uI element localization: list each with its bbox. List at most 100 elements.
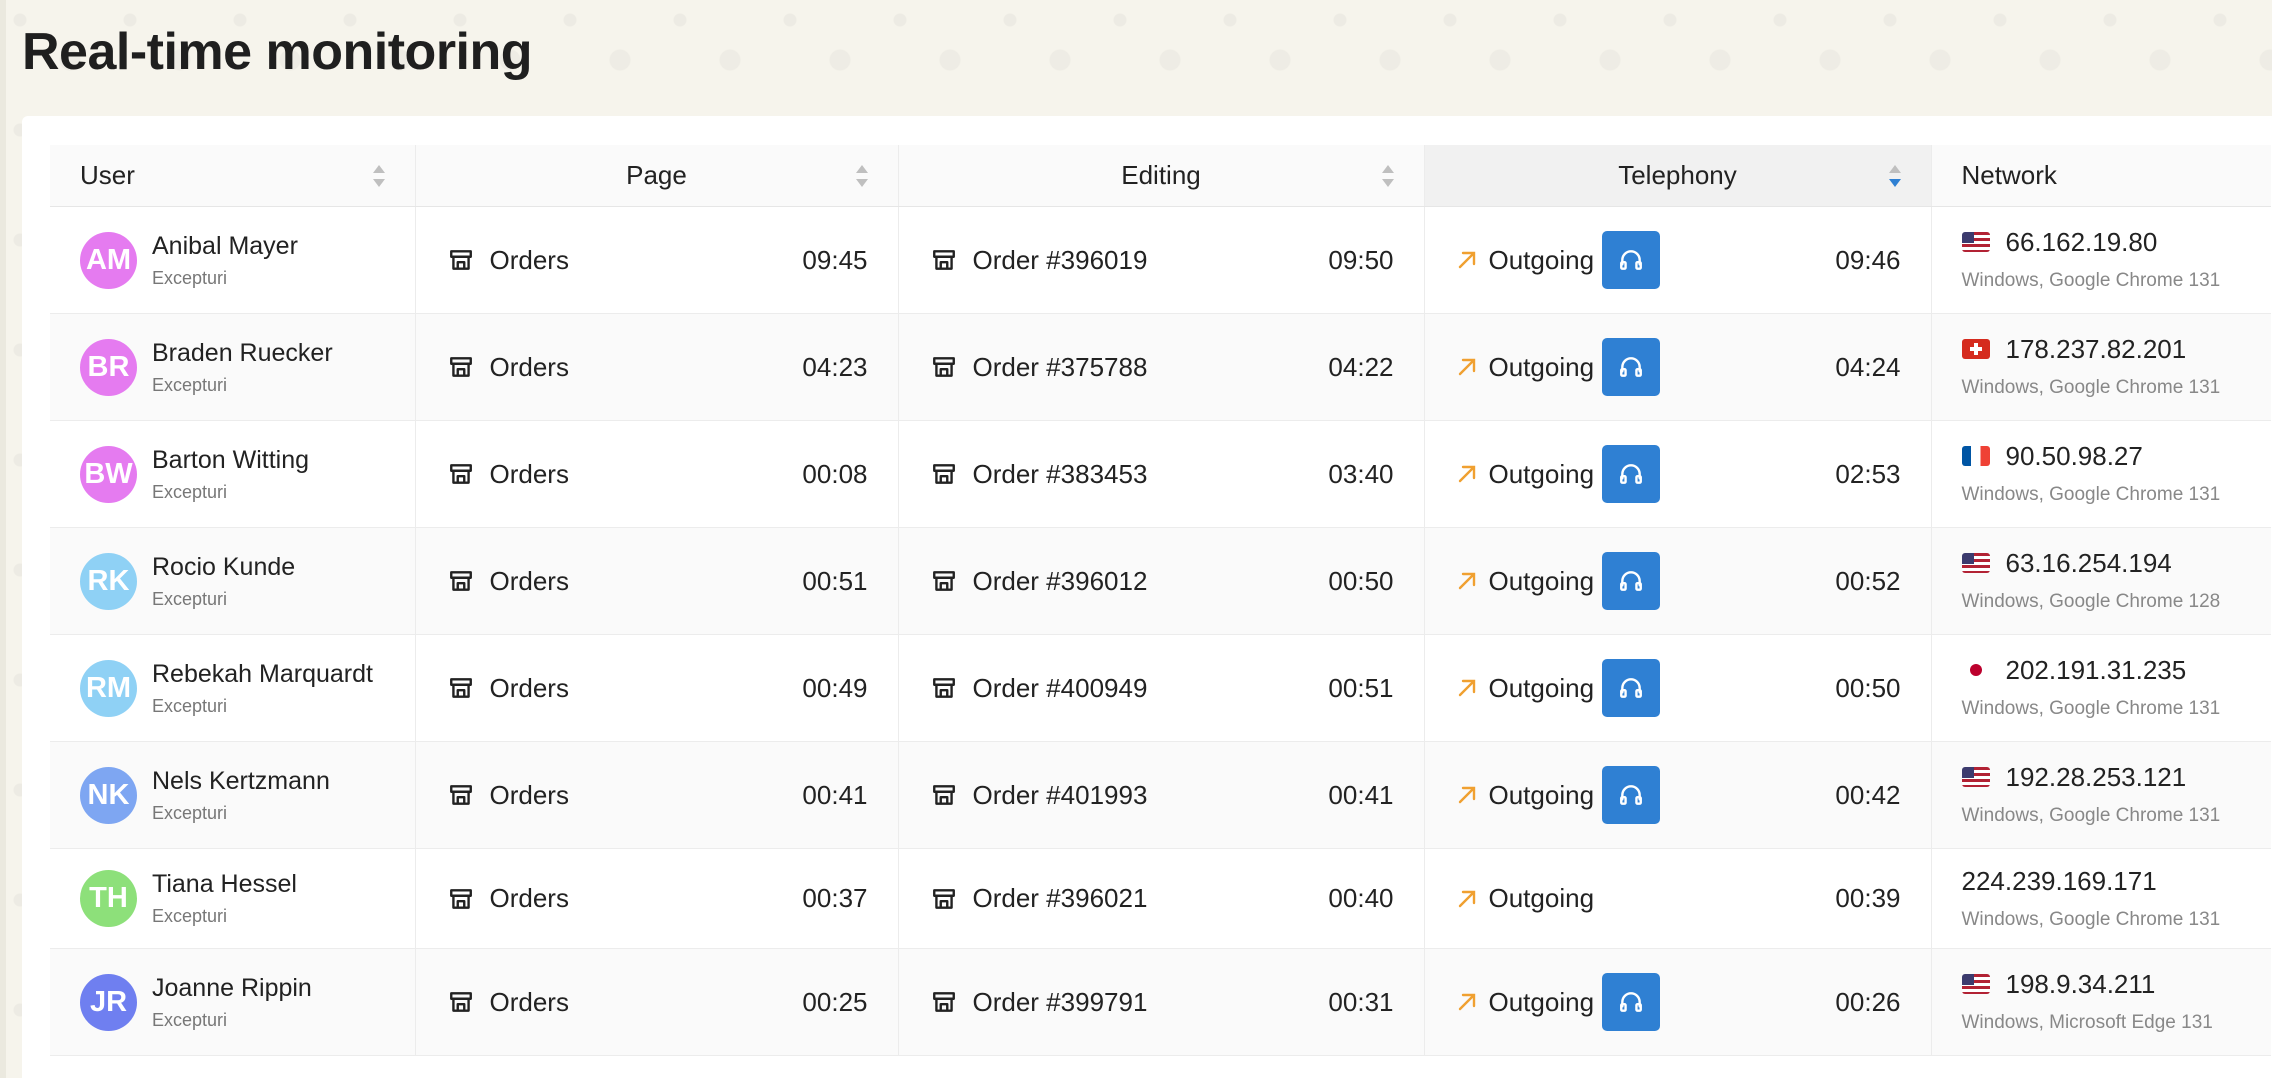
listen-call-button[interactable] <box>1602 338 1661 396</box>
store-icon <box>932 571 955 591</box>
user-name[interactable]: Joanne Rippin <box>152 972 312 1004</box>
store-icon <box>449 571 472 591</box>
column-header-telephony[interactable]: Telephony <box>1423 145 1931 207</box>
editing-time: 09:50 <box>1183 206 1424 314</box>
page-title: Real-time monitoring <box>22 23 533 81</box>
store-icon <box>449 678 472 698</box>
left-edge <box>0 0 6 1078</box>
listen-call-button[interactable] <box>1602 973 1661 1031</box>
column-header-page[interactable]: Page <box>414 145 898 207</box>
sort-icon[interactable] <box>855 164 868 188</box>
page-name: Orders <box>489 351 569 382</box>
column-header-editing[interactable]: Editing <box>897 145 1424 207</box>
editing-cell[interactable]: Order #399791 <box>899 987 1184 1018</box>
page-cell[interactable]: Orders <box>416 245 658 276</box>
table-row[interactable]: RM Rebekah Marquardt Excepturi Orders 00… <box>50 634 2271 742</box>
avatar[interactable]: BR <box>80 338 137 396</box>
table-row[interactable]: TH Tiana Hessel Excepturi Orders 00:37 O… <box>50 848 2271 949</box>
network-cell: 192.28.253.121 Windows, Google Chrome 13… <box>1930 741 2271 849</box>
ip-address[interactable]: 192.28.253.121 <box>2006 760 2187 794</box>
outgoing-arrow-icon <box>1458 679 1475 697</box>
headset-icon <box>1620 571 1642 591</box>
page-cell[interactable]: Orders <box>416 352 658 383</box>
user-name[interactable]: Anibal Mayer <box>152 230 298 262</box>
editing-cell[interactable]: Order #401993 <box>899 780 1184 811</box>
headset-icon <box>1620 785 1642 805</box>
outgoing-arrow-icon <box>1458 251 1475 269</box>
flag-us-icon <box>1961 974 1990 994</box>
telephony-cell: Outgoing <box>1425 883 1691 914</box>
editing-cell[interactable]: Order #396012 <box>899 566 1184 597</box>
telephony-cell: Outgoing <box>1425 766 1691 824</box>
call-direction: Outgoing <box>1488 672 1595 703</box>
ip-address[interactable]: 202.191.31.235 <box>2006 653 2187 687</box>
page-cell[interactable]: Orders <box>416 673 658 704</box>
editing-time: 00:50 <box>1183 527 1424 635</box>
table-row[interactable]: RK Rocio Kunde Excepturi Orders 00:51 Or… <box>50 527 2271 635</box>
headset-icon <box>1620 357 1642 377</box>
page-cell[interactable]: Orders <box>416 459 658 490</box>
table-row[interactable]: AM Anibal Mayer Excepturi Orders 09:45 O… <box>50 206 2271 314</box>
user-role: Excepturi <box>152 267 228 288</box>
ip-address[interactable]: 63.16.254.194 <box>2006 546 2172 580</box>
editing-cell[interactable]: Order #400949 <box>899 673 1184 704</box>
telephony-cell: Outgoing <box>1425 231 1691 289</box>
user-cell: RK Rocio Kunde Excepturi <box>50 551 415 612</box>
flag-jp-icon <box>1961 660 1990 680</box>
editing-record: Order #400949 <box>972 672 1148 703</box>
editing-time: 00:40 <box>1183 848 1424 949</box>
page-cell[interactable]: Orders <box>416 566 658 597</box>
user-name[interactable]: Rebekah Marquardt <box>152 658 373 690</box>
editing-cell[interactable]: Order #396019 <box>899 245 1184 276</box>
call-time: 09:46 <box>1690 206 1931 314</box>
outgoing-arrow-icon <box>1458 572 1475 590</box>
column-header-user[interactable]: User <box>50 145 415 207</box>
avatar[interactable]: RM <box>80 659 137 717</box>
table-row[interactable]: BR Braden Ruecker Excepturi Orders 04:23 <box>50 313 2271 421</box>
sort-icon[interactable] <box>372 164 385 188</box>
user-role: Excepturi <box>152 1009 228 1030</box>
page-cell[interactable]: Orders <box>416 987 658 1018</box>
ip-address[interactable]: 66.162.19.80 <box>2006 225 2158 259</box>
user-name[interactable]: Braden Ruecker <box>152 337 333 369</box>
editing-cell[interactable]: Order #396021 <box>899 883 1184 914</box>
user-name[interactable]: Rocio Kunde <box>152 551 295 583</box>
call-time: 02:53 <box>1690 420 1931 528</box>
outgoing-arrow-icon <box>1458 786 1475 804</box>
listen-call-button[interactable] <box>1602 445 1661 503</box>
ip-address[interactable]: 198.9.34.211 <box>2006 967 2156 1001</box>
listen-call-button[interactable] <box>1602 552 1661 610</box>
table-row[interactable]: JR Joanne Rippin Excepturi Orders 00:25 <box>50 948 2271 1056</box>
table-header-row: User Page Editing Telephony Network <box>50 145 2271 207</box>
listen-call-button[interactable] <box>1602 231 1661 289</box>
table-row[interactable]: NK Nels Kertzmann Excepturi Orders 00:41 <box>50 741 2271 849</box>
ip-address[interactable]: 224.239.169.171 <box>1962 864 2157 898</box>
user-name[interactable]: Nels Kertzmann <box>152 765 330 797</box>
user-cell: NK Nels Kertzmann Excepturi <box>50 765 415 826</box>
user-role: Excepturi <box>152 481 228 502</box>
ip-address[interactable]: 178.237.82.201 <box>2006 332 2187 366</box>
avatar[interactable]: JR <box>80 973 137 1031</box>
editing-cell[interactable]: Order #375788 <box>899 352 1184 383</box>
avatar[interactable]: RK <box>80 552 137 610</box>
avatar[interactable]: TH <box>80 870 137 927</box>
user-name[interactable]: Tiana Hessel <box>152 868 297 900</box>
user-name[interactable]: Barton Witting <box>152 444 309 476</box>
editing-cell[interactable]: Order #383453 <box>899 459 1184 490</box>
ip-address[interactable]: 90.50.98.27 <box>2006 439 2143 473</box>
page-cell[interactable]: Orders <box>416 780 658 811</box>
sort-descending-icon[interactable] <box>1888 164 1901 188</box>
avatar[interactable]: AM <box>80 231 137 289</box>
column-header-network[interactable]: Network <box>1930 145 2271 207</box>
flag-us-icon <box>1961 553 1990 573</box>
page-cell[interactable]: Orders <box>416 883 658 914</box>
listen-call-button[interactable] <box>1602 659 1661 717</box>
avatar[interactable]: NK <box>80 766 137 824</box>
sort-icon[interactable] <box>1381 164 1394 188</box>
listen-call-button[interactable] <box>1602 766 1661 824</box>
user-role: Excepturi <box>152 374 228 395</box>
avatar[interactable]: BW <box>80 445 137 503</box>
page-time: 00:49 <box>657 634 898 742</box>
page-time: 00:37 <box>657 848 898 949</box>
table-row[interactable]: BW Barton Witting Excepturi Orders 00:08 <box>50 420 2271 528</box>
